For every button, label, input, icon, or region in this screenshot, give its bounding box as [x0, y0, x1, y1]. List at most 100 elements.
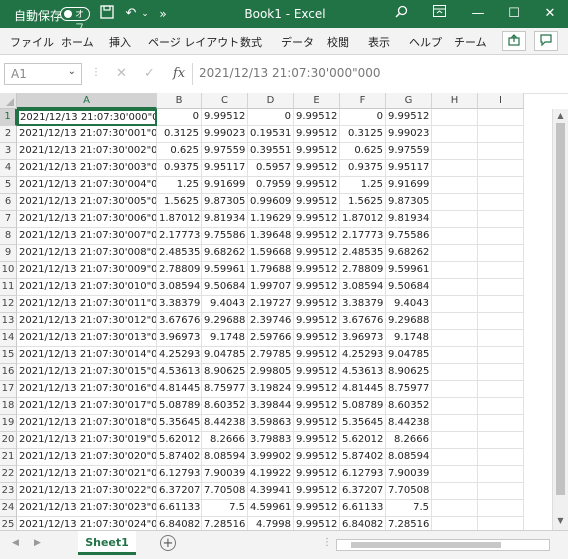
value-cell[interactable]: 9.81934	[202, 211, 248, 228]
value-cell[interactable]: 8.90625	[386, 364, 432, 381]
value-cell[interactable]	[432, 194, 478, 211]
value-cell[interactable]: 9.99512	[294, 449, 340, 466]
value-cell[interactable]: 9.75586	[202, 228, 248, 245]
value-cell[interactable]	[432, 313, 478, 330]
value-cell[interactable]	[432, 432, 478, 449]
timestamp-cell[interactable]: 2021/12/13 21:07:30'007"000	[17, 228, 157, 245]
value-cell[interactable]: 5.87402	[157, 449, 202, 466]
value-cell[interactable]: 2.99805	[248, 364, 294, 381]
comments-button[interactable]	[534, 31, 558, 51]
value-cell[interactable]: 7.90039	[202, 466, 248, 483]
value-cell[interactable]: 3.96973	[157, 330, 202, 347]
value-cell[interactable]: 6.84082	[340, 517, 386, 530]
value-cell[interactable]: 1.5625	[157, 194, 202, 211]
column-header-f[interactable]: F	[340, 93, 386, 109]
formula-bar-grip-icon[interactable]: ⋮	[91, 67, 101, 78]
value-cell[interactable]: 4.81445	[340, 381, 386, 398]
value-cell[interactable]: 5.62012	[340, 432, 386, 449]
undo-dropdown-icon[interactable]: ⌄	[136, 5, 154, 23]
value-cell[interactable]: 9.95117	[386, 160, 432, 177]
value-cell[interactable]: 4.39941	[248, 483, 294, 500]
timestamp-cell[interactable]: 2021/12/13 21:07:30'000"000	[17, 109, 157, 126]
value-cell[interactable]	[478, 109, 524, 126]
value-cell[interactable]: 3.67676	[157, 313, 202, 330]
value-cell[interactable]: 2.17773	[157, 228, 202, 245]
value-cell[interactable]: 1.59668	[248, 245, 294, 262]
row-header[interactable]: 8	[0, 228, 17, 245]
value-cell[interactable]: 9.29688	[202, 313, 248, 330]
value-cell[interactable]	[478, 228, 524, 245]
value-cell[interactable]: 9.97559	[386, 143, 432, 160]
row-header[interactable]: 22	[0, 466, 17, 483]
row-header[interactable]: 14	[0, 330, 17, 347]
value-cell[interactable]: 9.99512	[294, 381, 340, 398]
value-cell[interactable]: 7.28516	[202, 517, 248, 530]
column-header-c[interactable]: C	[202, 93, 248, 109]
row-header[interactable]: 12	[0, 296, 17, 313]
timestamp-cell[interactable]: 2021/12/13 21:07:30'024"000	[17, 517, 157, 530]
timestamp-cell[interactable]: 2021/12/13 21:07:30'017"000	[17, 398, 157, 415]
value-cell[interactable]: 1.25	[157, 177, 202, 194]
value-cell[interactable]	[478, 483, 524, 500]
value-cell[interactable]: 9.99512	[294, 517, 340, 530]
row-header[interactable]: 13	[0, 313, 17, 330]
value-cell[interactable]: 7.28516	[386, 517, 432, 530]
value-cell[interactable]: 3.39844	[248, 398, 294, 415]
value-cell[interactable]: 0.5957	[248, 160, 294, 177]
tab-file[interactable]: ファイル	[10, 34, 54, 50]
horizontal-scroll-thumb[interactable]	[351, 542, 501, 548]
value-cell[interactable]: 9.75586	[386, 228, 432, 245]
value-cell[interactable]: 0	[248, 109, 294, 126]
value-cell[interactable]: 6.37207	[340, 483, 386, 500]
cancel-icon[interactable]: ✕	[116, 66, 127, 81]
value-cell[interactable]: 0.9375	[157, 160, 202, 177]
value-cell[interactable]	[432, 279, 478, 296]
value-cell[interactable]: 4.25293	[340, 347, 386, 364]
value-cell[interactable]: 0	[340, 109, 386, 126]
value-cell[interactable]	[478, 500, 524, 517]
value-cell[interactable]: 3.79883	[248, 432, 294, 449]
value-cell[interactable]: 5.35645	[157, 415, 202, 432]
value-cell[interactable]: 1.5625	[340, 194, 386, 211]
value-cell[interactable]: 9.59961	[386, 262, 432, 279]
value-cell[interactable]: 9.1748	[386, 330, 432, 347]
enter-icon[interactable]: ✓	[144, 66, 155, 81]
value-cell[interactable]: 2.78809	[340, 262, 386, 279]
insert-function-icon[interactable]: fx	[173, 66, 185, 81]
value-cell[interactable]	[478, 177, 524, 194]
value-cell[interactable]: 6.12793	[157, 466, 202, 483]
value-cell[interactable]: 8.60352	[202, 398, 248, 415]
column-header-a[interactable]: A	[17, 93, 157, 109]
value-cell[interactable]	[478, 449, 524, 466]
timestamp-cell[interactable]: 2021/12/13 21:07:30'016"000	[17, 381, 157, 398]
value-cell[interactable]: 9.91699	[386, 177, 432, 194]
name-box[interactable]: A1 ⌄	[4, 63, 82, 85]
value-cell[interactable]: 0.19531	[248, 126, 294, 143]
value-cell[interactable]: 9.87305	[202, 194, 248, 211]
row-header[interactable]: 4	[0, 160, 17, 177]
tab-team[interactable]: チーム	[454, 34, 487, 50]
value-cell[interactable]: 0.39551	[248, 143, 294, 160]
column-header-g[interactable]: G	[386, 93, 432, 109]
tab-review[interactable]: 校閲	[327, 34, 349, 50]
value-cell[interactable]: 5.08789	[157, 398, 202, 415]
value-cell[interactable]: 3.59863	[248, 415, 294, 432]
row-header[interactable]: 16	[0, 364, 17, 381]
value-cell[interactable]	[478, 466, 524, 483]
value-cell[interactable]: 9.4043	[386, 296, 432, 313]
value-cell[interactable]: 9.99512	[294, 177, 340, 194]
column-header-e[interactable]: E	[294, 93, 340, 109]
chevron-down-icon[interactable]: ⌄	[68, 66, 76, 77]
value-cell[interactable]: 6.61133	[157, 500, 202, 517]
value-cell[interactable]	[432, 228, 478, 245]
add-sheet-button[interactable]: +	[160, 535, 176, 551]
next-sheet-icon[interactable]: ▶	[34, 538, 41, 548]
scroll-down-icon[interactable]: ▼	[553, 516, 568, 525]
value-cell[interactable]: 9.99023	[386, 126, 432, 143]
value-cell[interactable]	[478, 143, 524, 160]
row-header[interactable]: 25	[0, 517, 17, 530]
timestamp-cell[interactable]: 2021/12/13 21:07:30'003"000	[17, 160, 157, 177]
timestamp-cell[interactable]: 2021/12/13 21:07:30'004"000	[17, 177, 157, 194]
value-cell[interactable]: 9.99512	[294, 262, 340, 279]
timestamp-cell[interactable]: 2021/12/13 21:07:30'013"000	[17, 330, 157, 347]
